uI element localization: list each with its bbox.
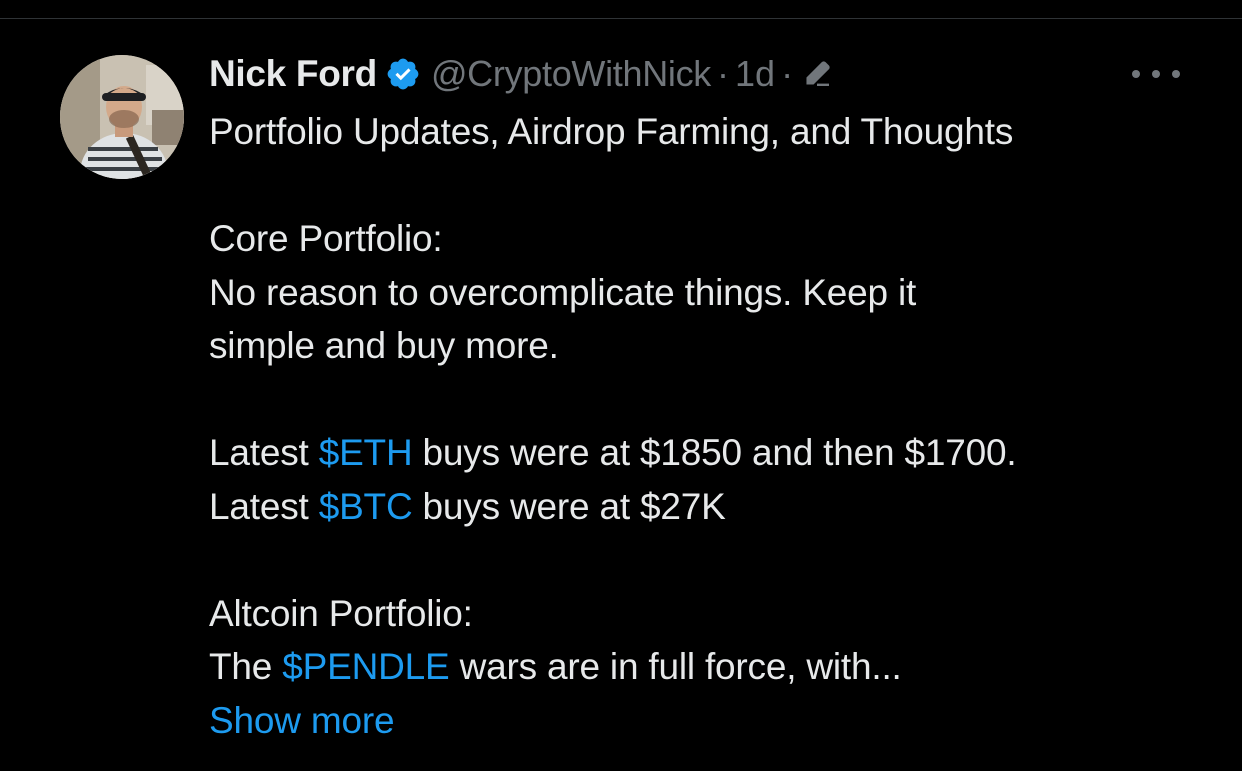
more-dot [1132, 70, 1140, 78]
avatar[interactable] [60, 55, 184, 179]
cashtag-pendle-link[interactable]: $PENDLE [282, 646, 449, 687]
btc-prefix: Latest [209, 485, 319, 527]
more-dot [1152, 70, 1160, 78]
tweet-text: Portfolio Updates, Airdrop Farming, and … [209, 105, 1209, 747]
edit-pencil-icon[interactable] [801, 58, 833, 90]
more-dot [1172, 70, 1180, 78]
more-options-icon[interactable] [1132, 63, 1180, 85]
verified-badge-icon[interactable] [385, 56, 421, 92]
eth-suffix: buys were at $1850 and then $1700. [412, 432, 1017, 473]
core-portfolio-line-1: No reason to overcomplicate things. Keep… [209, 271, 917, 313]
separator-dot: · [781, 53, 794, 94]
author-display-name[interactable]: Nick Ford [209, 53, 377, 95]
pendle-suffix: wars are in full force, with... [449, 646, 902, 687]
pendle-line: The $PENDLE wars are in full force, with… [209, 640, 1209, 694]
eth-prefix: Latest [209, 432, 319, 473]
cashtag-eth-link[interactable]: $ETH [319, 432, 413, 473]
btc-buys-line: Latest $BTC buys were at $27K [209, 480, 1209, 534]
eth-buys-line: Latest $ETH buys were at $1850 and then … [209, 426, 1209, 480]
cashtag-btc-link[interactable]: $BTC [319, 486, 413, 527]
profile-photo-icon [60, 55, 184, 179]
core-portfolio-heading: Core Portfolio: [209, 218, 443, 259]
tweet-title: Portfolio Updates, Airdrop Farming, and … [209, 111, 1014, 152]
core-portfolio-line-2: simple and buy more. [209, 325, 559, 366]
tweet-timestamp[interactable]: 1d [735, 53, 775, 95]
separator-dot: · [717, 53, 730, 94]
pendle-prefix: The [209, 646, 283, 687]
show-more-link[interactable]: Show more [209, 694, 1209, 748]
altcoin-portfolio-heading: Altcoin Portfolio: [209, 592, 473, 634]
top-divider [0, 18, 1242, 19]
btc-suffix: buys were at $27K [412, 485, 726, 527]
author-handle[interactable]: @CryptoWithNick [431, 53, 711, 95]
tweet-header: Nick Ford @CryptoWithNick · 1d · [209, 50, 833, 98]
